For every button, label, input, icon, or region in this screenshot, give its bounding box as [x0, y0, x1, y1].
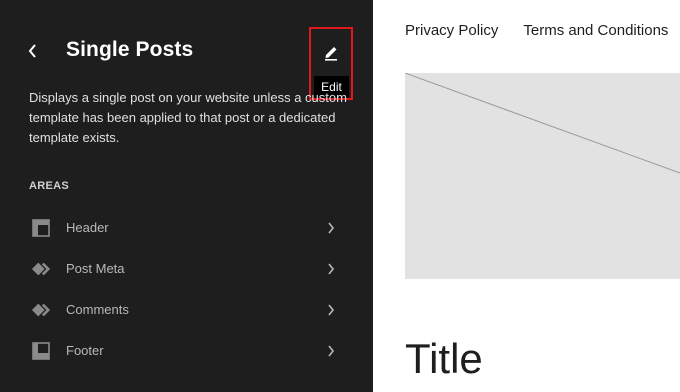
chevron-right-icon	[325, 304, 337, 316]
edit-button[interactable]	[319, 40, 343, 64]
chevron-right-icon	[325, 222, 337, 234]
pattern-diamond-icon	[31, 300, 51, 320]
area-item-footer[interactable]: Footer	[0, 330, 373, 371]
template-description: Displays a single post on your website u…	[29, 90, 347, 145]
pencil-icon	[325, 47, 337, 61]
chevron-right-icon	[325, 263, 337, 275]
template-preview: Privacy Policy Terms and Conditions Titl…	[373, 0, 680, 392]
area-label: Header	[66, 220, 109, 235]
area-item-comments[interactable]: Comments	[0, 289, 373, 330]
back-button[interactable]	[22, 40, 42, 62]
site-editor-sidebar: Single Posts Edit Displays a single post…	[0, 0, 373, 392]
area-label: Comments	[66, 302, 129, 317]
placeholder-diagonal-line	[405, 73, 680, 174]
area-item-post-meta[interactable]: Post Meta	[0, 248, 373, 289]
footer-layout-icon	[31, 341, 51, 361]
area-label: Footer	[66, 343, 104, 358]
pattern-diamond-icon	[31, 259, 51, 279]
nav-link-terms-and-conditions[interactable]: Terms and Conditions	[523, 22, 668, 39]
post-title: Title	[405, 335, 483, 382]
preview-navigation: Privacy Policy Terms and Conditions	[405, 22, 668, 39]
area-item-header[interactable]: Header	[0, 207, 373, 248]
chevron-right-icon	[325, 345, 337, 357]
nav-link-privacy-policy[interactable]: Privacy Policy	[405, 22, 498, 39]
featured-image-placeholder	[405, 73, 680, 279]
area-label: Post Meta	[66, 261, 125, 276]
areas-heading: AREAS	[29, 180, 70, 192]
header-layout-icon	[31, 218, 51, 238]
template-title: Single Posts	[66, 38, 194, 61]
areas-list: Header Post Meta Comments Footer	[0, 207, 373, 371]
chevron-left-icon	[28, 44, 36, 58]
